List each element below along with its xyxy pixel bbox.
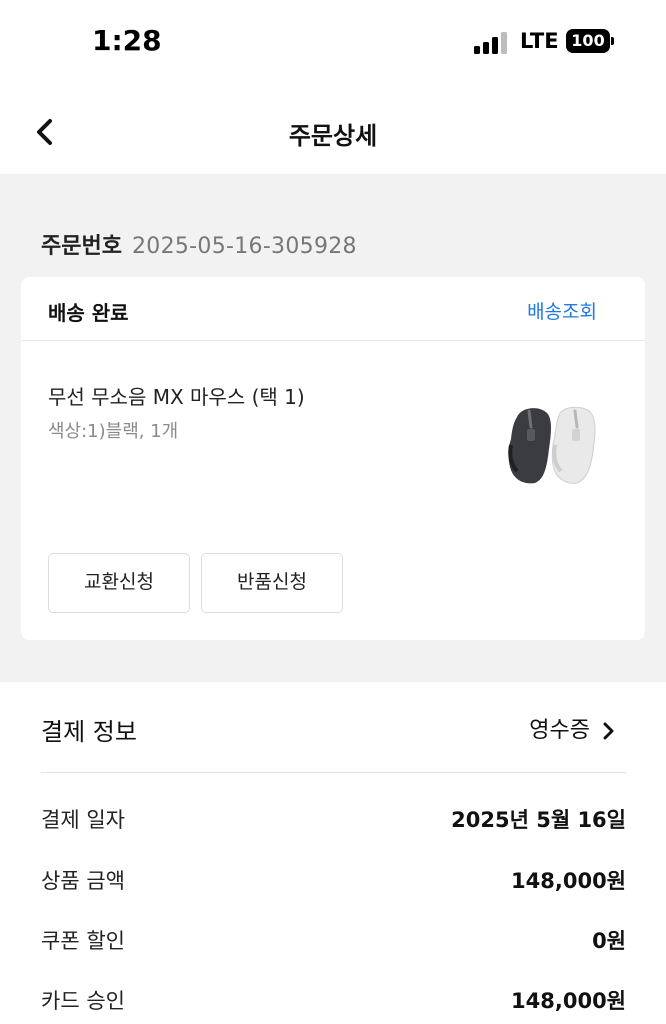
order-number-label: 주문번호 bbox=[41, 234, 122, 259]
payment-row-label: 결제 일자 bbox=[41, 808, 125, 832]
product-option: 색상:1)블랙, 1개 bbox=[48, 421, 179, 442]
shipment-card-header: 배송 완료 배송조회 bbox=[21, 277, 645, 341]
battery-icon: 100 bbox=[566, 29, 610, 53]
return-request-button[interactable]: 반품신청 bbox=[201, 553, 343, 613]
shipment-card: 배송 완료 배송조회 무선 무소음 MX 마우스 (택 1) 색상:1)블랙, … bbox=[21, 277, 645, 640]
payment-row-coupon: 쿠폰 할인 0원 bbox=[41, 925, 626, 957]
payment-row-value: 0원 bbox=[592, 929, 626, 953]
status-bar: 1:28 LTE 100 bbox=[0, 0, 666, 84]
page-title: 주문상세 bbox=[288, 122, 378, 150]
product-image[interactable] bbox=[499, 405, 609, 485]
payment-row-value: 148,000원 bbox=[511, 869, 626, 893]
payment-row-value: 148,000원 bbox=[511, 989, 626, 1013]
payment-row-value: 2025년 5월 16일 bbox=[451, 808, 626, 832]
payment-row-label: 쿠폰 할인 bbox=[41, 929, 125, 953]
order-section: 주문번호 2025-05-16-305928 배송 완료 배송조회 무선 무소음 … bbox=[0, 174, 666, 682]
chevron-right-icon bbox=[603, 722, 614, 740]
order-number-line: 주문번호 2025-05-16-305928 bbox=[41, 228, 357, 260]
receipt-label: 영수증 bbox=[529, 718, 590, 743]
exchange-request-button[interactable]: 교환신청 bbox=[48, 553, 190, 613]
payment-section: 결제 정보 영수증 결제 일자 2025년 5월 16일 상품 금액 148,0… bbox=[0, 682, 666, 1024]
payment-row-card: 카드 승인 148,000원 bbox=[41, 985, 626, 1017]
receipt-link[interactable]: 영수증 bbox=[529, 712, 616, 744]
payment-row-label: 상품 금액 bbox=[41, 869, 125, 893]
shipment-status: 배송 완료 bbox=[48, 301, 129, 325]
product-name: 무선 무소음 MX 마우스 (택 1) bbox=[48, 385, 305, 409]
status-time: 1:28 bbox=[92, 24, 162, 57]
signal-icon bbox=[474, 32, 510, 54]
order-number: 2025-05-16-305928 bbox=[131, 234, 357, 259]
divider bbox=[41, 772, 626, 773]
track-shipment-link[interactable]: 배송조회 bbox=[527, 297, 597, 324]
payment-title: 결제 정보 bbox=[41, 718, 137, 746]
payment-row-label: 카드 승인 bbox=[41, 989, 125, 1013]
network-label: LTE bbox=[520, 29, 559, 53]
battery-tip bbox=[611, 37, 614, 45]
payment-row-date: 결제 일자 2025년 5월 16일 bbox=[41, 804, 626, 836]
nav-bar: 주문상세 bbox=[0, 84, 666, 174]
payment-row-product-amount: 상품 금액 148,000원 bbox=[41, 865, 626, 897]
